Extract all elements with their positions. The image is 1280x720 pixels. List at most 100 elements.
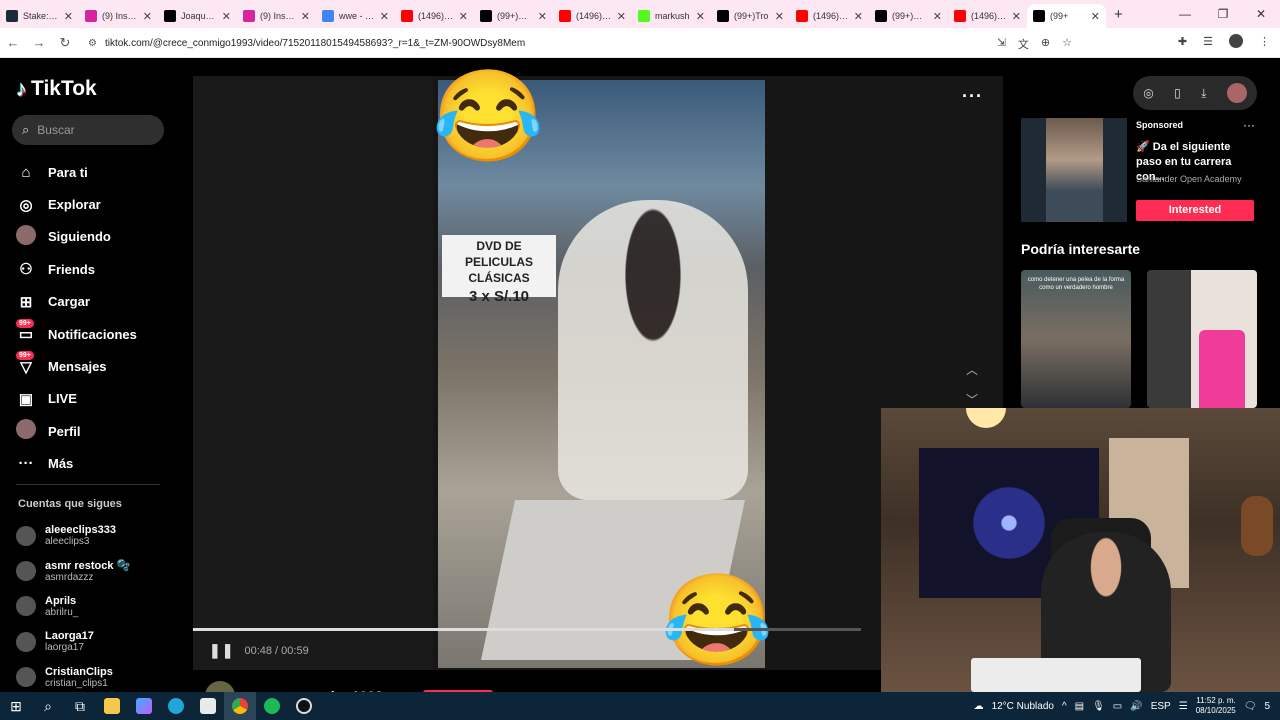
- tab-close-icon[interactable]: ✕: [696, 10, 705, 23]
- store-icon[interactable]: [192, 692, 224, 720]
- file-explorer-icon[interactable]: [96, 692, 128, 720]
- url-field[interactable]: ⚙ tiktok.com/@crece_conmigo1993/video/71…: [80, 31, 1080, 55]
- nav-item-explorar[interactable]: ◎ Explorar: [16, 188, 137, 220]
- browser-tab[interactable]: (9) Instag ✕: [79, 4, 158, 28]
- ad-more-icon[interactable]: ···: [1243, 118, 1255, 132]
- browser-tab[interactable]: (1496) Yo ✕: [395, 4, 474, 28]
- tab-close-icon[interactable]: ✕: [854, 10, 863, 23]
- live-icon: ▣: [18, 390, 34, 408]
- browser-tab[interactable]: (1496) Tl ✕: [948, 4, 1027, 28]
- wifi-icon[interactable]: ☰: [1179, 701, 1188, 712]
- browser-tab[interactable]: Joaquín J ✕: [158, 4, 237, 28]
- windows-start-icon[interactable]: ⊞: [0, 692, 32, 720]
- edge-icon[interactable]: [160, 692, 192, 720]
- tiktok-logo[interactable]: ♪ TikTok: [16, 76, 97, 102]
- suggested-video[interactable]: [1147, 270, 1257, 408]
- compass-icon[interactable]: ◎: [1143, 86, 1153, 100]
- suggested-video-figure: [1199, 330, 1245, 408]
- browser-profile-avatar[interactable]: [1229, 34, 1243, 48]
- network-icon[interactable]: ▤: [1075, 701, 1084, 712]
- browser-tab[interactable]: (99+)Cua ✕: [474, 4, 553, 28]
- tab-close-icon[interactable]: ✕: [459, 10, 468, 23]
- notifications-icon[interactable]: 🗨: [1244, 701, 1257, 712]
- tab-close-icon[interactable]: ✕: [1091, 10, 1100, 23]
- translate-icon[interactable]: 文: [1018, 36, 1029, 52]
- chrome-icon[interactable]: [224, 692, 256, 720]
- copilot-icon[interactable]: [128, 692, 160, 720]
- task-view-icon[interactable]: ⧉: [64, 692, 96, 720]
- close-window-icon[interactable]: ✕: [1242, 0, 1280, 28]
- restore-icon[interactable]: ❐: [1204, 0, 1242, 28]
- interested-button[interactable]: Interested: [1136, 200, 1254, 221]
- tab-close-icon[interactable]: ✕: [64, 10, 73, 23]
- suggested-video[interactable]: como detener una pelea de la forma como …: [1021, 270, 1131, 408]
- download-icon[interactable]: ⤓: [1201, 86, 1206, 101]
- chevron-up-icon[interactable]: ︿: [966, 361, 978, 391]
- search-input[interactable]: ⌕ Buscar: [12, 115, 164, 145]
- tab-close-icon[interactable]: ✕: [538, 10, 547, 23]
- browser-tab[interactable]: (9) Instag ✕: [237, 4, 316, 28]
- tab-close-icon[interactable]: ✕: [301, 10, 310, 23]
- chevron-up-icon[interactable]: ^: [1062, 701, 1067, 712]
- minimize-icon[interactable]: —: [1166, 0, 1204, 28]
- search-icon[interactable]: ⌕: [32, 692, 64, 720]
- tab-close-icon[interactable]: ✕: [222, 10, 231, 23]
- spotify-icon[interactable]: [256, 692, 288, 720]
- tab-close-icon[interactable]: ✕: [933, 10, 942, 23]
- nav-item-cargar[interactable]: ⊞ Cargar: [16, 286, 137, 318]
- browser-tab[interactable]: wwe - Bu ✕: [316, 4, 395, 28]
- nav-item-notificaciones[interactable]: ▭ Notificaciones 99+: [16, 318, 137, 350]
- following-account[interactable]: asmr restock 🫧 asmrdazzz: [16, 553, 130, 588]
- browser-tab[interactable]: (99+)Tro ✕: [711, 4, 790, 28]
- user-avatar[interactable]: [1226, 83, 1247, 103]
- reload-icon[interactable]: ↻: [52, 35, 78, 51]
- new-tab-button[interactable]: +: [1114, 6, 1123, 23]
- following-account[interactable]: Aprils abrilru_: [16, 589, 130, 624]
- phone-icon[interactable]: ▯: [1174, 86, 1181, 100]
- tab-close-icon[interactable]: ✕: [380, 10, 389, 23]
- browser-toolbar-right: ✚ ☰ ⋮: [1178, 34, 1270, 48]
- nav-item-friends[interactable]: ⚇ Friends: [16, 253, 137, 285]
- pause-icon[interactable]: ❚❚: [209, 642, 234, 659]
- obs-icon[interactable]: [288, 692, 320, 720]
- nav-item-live[interactable]: ▣ LIVE: [16, 383, 137, 415]
- back-icon[interactable]: ←: [0, 35, 26, 50]
- following-account[interactable]: CristianClips cristian_clips1: [16, 660, 130, 695]
- volume-icon[interactable]: 🔊: [1130, 701, 1142, 712]
- clock[interactable]: 11:52 p. m. 08/10/2025: [1196, 696, 1236, 716]
- reading-list-icon[interactable]: ☰: [1203, 35, 1213, 48]
- zoom-icon[interactable]: ⊕: [1041, 36, 1050, 52]
- weather-text[interactable]: 12°C Nublado: [992, 701, 1054, 712]
- site-info-icon[interactable]: ⚙: [88, 38, 97, 49]
- language-indicator[interactable]: ESP: [1151, 701, 1171, 712]
- more-options-icon[interactable]: ···: [962, 86, 983, 107]
- browser-tab[interactable]: (99+ ✕: [1027, 4, 1106, 28]
- tab-title: (1496) Yo: [418, 11, 454, 21]
- sponsored-ad[interactable]: Sponsored ··· 🚀 Da el siguiente paso en …: [1021, 118, 1257, 222]
- nav-item-m-s[interactable]: ··· Más: [16, 448, 137, 480]
- browser-tab[interactable]: (1496) Yo ✕: [790, 4, 869, 28]
- following-account[interactable]: Laorga17 laorga17: [16, 624, 130, 659]
- bookmark-star-icon[interactable]: ☆: [1062, 36, 1072, 52]
- display-icon[interactable]: ▭: [1113, 701, 1122, 712]
- tab-close-icon[interactable]: ✕: [775, 10, 784, 23]
- tab-close-icon[interactable]: ✕: [143, 10, 152, 23]
- install-app-icon[interactable]: ⇲: [997, 36, 1006, 52]
- browser-menu-icon[interactable]: ⋮: [1259, 35, 1270, 48]
- video-progress-bar[interactable]: [193, 628, 861, 631]
- extensions-icon[interactable]: ✚: [1178, 35, 1187, 48]
- ad-thumbnail[interactable]: [1021, 118, 1127, 222]
- browser-tab[interactable]: (1496) Je ✕: [553, 4, 632, 28]
- browser-tab[interactable]: (99+)Pas ✕: [869, 4, 948, 28]
- tab-close-icon[interactable]: ✕: [1012, 10, 1021, 23]
- tab-close-icon[interactable]: ✕: [617, 10, 626, 23]
- following-account[interactable]: aleeeclips333 aleeclips3: [16, 518, 130, 553]
- nav-item-para-ti[interactable]: ⌂ Para ti: [16, 156, 137, 188]
- nav-item-perfil[interactable]: Perfil: [16, 415, 137, 447]
- browser-tab[interactable]: markush ✕: [632, 4, 711, 28]
- nav-item-siguiendo[interactable]: Siguiendo: [16, 221, 137, 253]
- microphone-icon[interactable]: 🎙: [1092, 701, 1105, 712]
- browser-tab[interactable]: Stake: Ca ✕: [0, 4, 79, 28]
- nav-item-mensajes[interactable]: ▽ Mensajes 99+: [16, 350, 137, 382]
- forward-icon[interactable]: →: [26, 35, 52, 50]
